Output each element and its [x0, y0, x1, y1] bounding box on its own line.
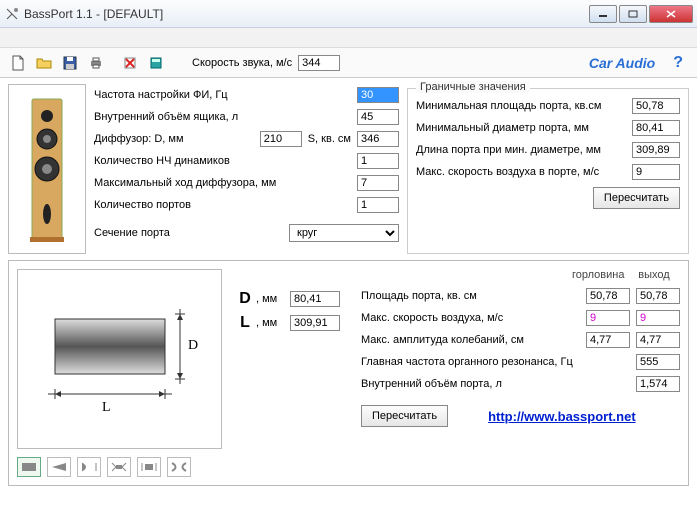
d-unit: , мм	[256, 293, 290, 305]
port-count-input[interactable]	[357, 197, 399, 213]
d-input[interactable]	[290, 291, 340, 307]
amp-exit	[636, 332, 680, 348]
results-column: горловина выход Площадь порта, кв. см Мак…	[361, 269, 680, 477]
air-vel-throat	[586, 310, 630, 326]
len-at-min-label: Длина порта при мин. диаметре, мм	[416, 144, 632, 156]
air-vel-exit	[636, 310, 680, 326]
delete-icon[interactable]	[120, 53, 140, 73]
l-unit: , мм	[256, 317, 290, 329]
results-panel: D L D, мм L, мм горловинавыход Площадь п…	[8, 260, 689, 486]
s-label: S, кв. см	[308, 133, 351, 145]
save-icon[interactable]	[60, 53, 80, 73]
limits-group: Граничные значения Минимальная площадь п…	[407, 88, 689, 254]
sound-speed-label: Скорость звука, м/c	[192, 57, 292, 69]
port-count-label: Количество портов	[94, 199, 357, 211]
shape-tab-doubleflare1[interactable]	[107, 457, 131, 477]
max-air-vel-label: Макс. скорость воздуха в порте, м/c	[416, 166, 632, 178]
port-vol-value	[636, 376, 680, 392]
len-at-min-value	[632, 142, 680, 158]
l-symbol: L	[234, 314, 256, 332]
port-area-exit	[636, 288, 680, 304]
app-icon	[4, 6, 20, 22]
section-label: Сечение порта	[94, 227, 289, 239]
results-recalc-button[interactable]: Пересчитать	[361, 405, 448, 427]
shape-tabs	[17, 457, 222, 477]
box-vol-input[interactable]	[357, 109, 399, 125]
website-link[interactable]: http://www.bassport.net	[488, 409, 636, 424]
organ-label: Главная частота органного резонанса, Гц	[361, 356, 630, 368]
port-area-label: Площадь порта, кв. см	[361, 290, 580, 302]
min-diam-value	[632, 120, 680, 136]
dl-inputs: D, мм L, мм	[234, 269, 349, 477]
help-button[interactable]: ?	[673, 54, 683, 72]
input-parameters: Частота настройки ФИ, Гц Внутренний объё…	[94, 84, 399, 254]
port-diagram: D L	[17, 269, 222, 449]
print-icon[interactable]	[86, 53, 106, 73]
toolbar: Скорость звука, м/c Car Audio ?	[0, 48, 697, 78]
window-title: BassPort 1.1 - [DEFAULT]	[24, 7, 589, 21]
port-area-throat	[586, 288, 630, 304]
header-exit: выход	[632, 269, 676, 285]
calc-icon[interactable]	[146, 53, 166, 73]
limits-recalc-button[interactable]: Пересчитать	[593, 187, 680, 209]
svg-text:L: L	[102, 400, 111, 415]
shape-tab-cylinder[interactable]	[17, 457, 41, 477]
max-excursion-input[interactable]	[357, 175, 399, 191]
min-area-value	[632, 98, 680, 114]
lf-count-input[interactable]	[357, 153, 399, 169]
min-area-label: Минимальная площадь порта, кв.см	[416, 100, 632, 112]
svg-text:D: D	[188, 338, 198, 353]
box-vol-label: Внутренний объём ящика, л	[94, 111, 357, 123]
max-excursion-label: Максимальный ход диффузора, мм	[94, 177, 357, 189]
speaker-image	[8, 84, 86, 254]
new-icon[interactable]	[8, 53, 28, 73]
sound-speed-input[interactable]	[298, 55, 340, 71]
diffuser-d-input[interactable]	[260, 131, 302, 147]
titlebar: BassPort 1.1 - [DEFAULT]	[0, 0, 697, 28]
limits-legend: Граничные значения	[416, 81, 530, 93]
shape-tab-flare2[interactable]	[77, 457, 101, 477]
shape-tab-hourglass[interactable]	[167, 457, 191, 477]
close-button[interactable]	[649, 5, 693, 23]
max-air-vel-value	[632, 164, 680, 180]
amp-throat	[586, 332, 630, 348]
air-vel-label: Макс. скорость воздуха, м/с	[361, 312, 580, 324]
section-select[interactable]: круг	[289, 224, 399, 242]
port-vol-label: Внутренний объём порта, л	[361, 378, 630, 390]
diffuser-d-label: Диффузор: D, мм	[94, 133, 260, 145]
d-symbol: D	[234, 290, 256, 308]
amp-label: Макс. амплитуда колебаний, см	[361, 334, 580, 346]
tuning-freq-label: Частота настройки ФИ, Гц	[94, 89, 357, 101]
minimize-button[interactable]	[589, 5, 617, 23]
car-audio-link[interactable]: Car Audio	[589, 55, 655, 71]
maximize-button[interactable]	[619, 5, 647, 23]
tuning-freq-input[interactable]	[357, 87, 399, 103]
lf-count-label: Количество НЧ динамиков	[94, 155, 357, 167]
s-input[interactable]	[357, 131, 399, 147]
l-input[interactable]	[290, 315, 340, 331]
header-throat: горловина	[572, 269, 616, 285]
shape-tab-doubleflare2[interactable]	[137, 457, 161, 477]
min-diam-label: Минимальный диаметр порта, мм	[416, 122, 632, 134]
menubar	[0, 28, 697, 48]
shape-tab-flare1[interactable]	[47, 457, 71, 477]
open-icon[interactable]	[34, 53, 54, 73]
organ-value	[636, 354, 680, 370]
